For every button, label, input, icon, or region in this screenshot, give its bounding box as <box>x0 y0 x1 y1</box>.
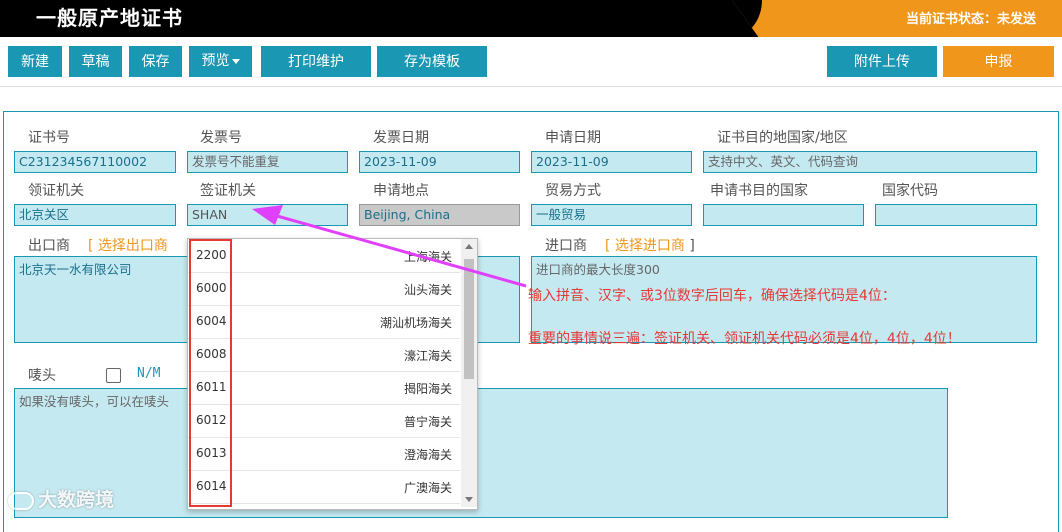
arrow-line <box>269 212 527 288</box>
annotation-arrow <box>252 205 527 288</box>
arrow-head <box>252 205 283 225</box>
watermark: 大数跨境 <box>8 485 114 512</box>
watermark-text: 大数跨境 <box>38 489 115 511</box>
watermark-logo-icon <box>8 491 34 510</box>
